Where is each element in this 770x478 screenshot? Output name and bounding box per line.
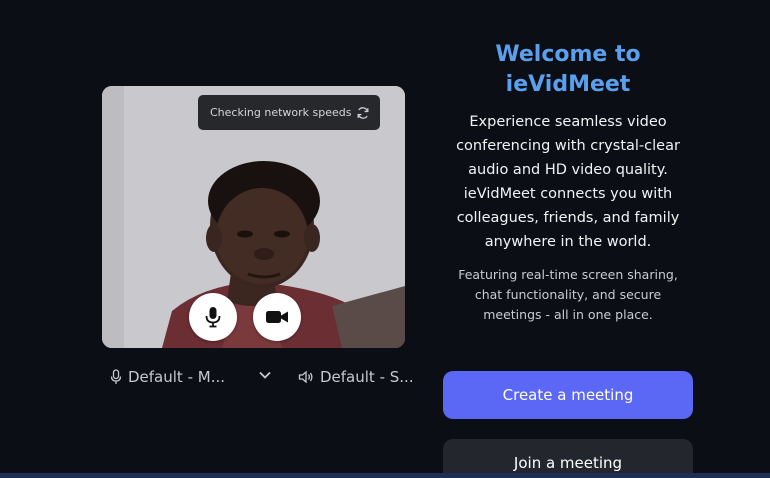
network-status-pill: Checking network speeds bbox=[198, 95, 380, 130]
features-text: Featuring real-time screen sharing, chat… bbox=[458, 267, 678, 322]
bottom-edge bbox=[0, 473, 770, 478]
network-status-text: Checking network speeds bbox=[210, 106, 352, 119]
speaker-select-value: Default - S... bbox=[320, 368, 414, 386]
camera-toggle-button[interactable] bbox=[253, 293, 301, 341]
refresh-icon[interactable] bbox=[356, 106, 370, 120]
microphone-select-value: Default - M... bbox=[128, 368, 226, 386]
chevron-down-icon[interactable] bbox=[258, 370, 272, 380]
pre-join-screen: Checking network speeds Default - M... D… bbox=[0, 0, 770, 478]
camera-preview: Checking network speeds bbox=[102, 86, 405, 348]
welcome-description: Experience seamless video conferencing w… bbox=[456, 114, 680, 250]
speaker-select[interactable]: Default - S... bbox=[298, 365, 414, 389]
microphone-icon bbox=[205, 307, 221, 328]
microphone-select[interactable]: Default - M... bbox=[110, 365, 225, 389]
welcome-title: Welcome to ieVidMeet bbox=[495, 42, 641, 97]
create-meeting-button[interactable]: Create a meeting bbox=[443, 371, 693, 419]
microphone-small-icon bbox=[110, 369, 122, 384]
speaker-icon bbox=[298, 370, 313, 384]
video-camera-icon bbox=[266, 311, 288, 323]
microphone-toggle-button[interactable] bbox=[189, 293, 237, 341]
